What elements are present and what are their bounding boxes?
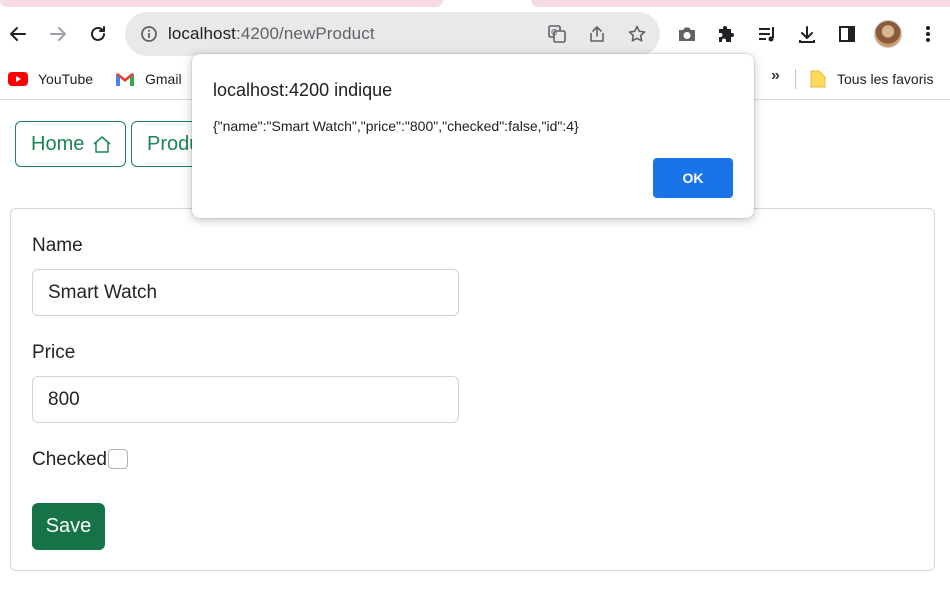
translate-icon[interactable]: G [545, 22, 569, 46]
side-panel-icon[interactable] [833, 20, 861, 48]
tab-strip [0, 0, 950, 8]
folder-icon [809, 69, 827, 89]
browser-toolbar: localhost:4200/newProduct G [0, 8, 950, 60]
tab-right[interactable] [531, 0, 950, 7]
alert-dialog: localhost:4200 indique {"name":"Smart Wa… [192, 54, 754, 218]
url-text[interactable]: localhost:4200/newProduct [168, 24, 375, 44]
reload-icon [91, 26, 105, 41]
bookmark-gmail[interactable]: Gmail [115, 68, 182, 90]
bookmark-label: YouTube [38, 71, 94, 87]
menu-kebab-icon[interactable] [914, 20, 942, 48]
name-label: Name [32, 235, 83, 256]
save-button[interactable]: Save [32, 503, 105, 550]
dialog-ok-button[interactable]: OK [653, 158, 733, 198]
bookmark-label: Gmail [145, 71, 182, 87]
dialog-message: {"name":"Smart Watch","price":"800","che… [213, 118, 579, 134]
name-input[interactable]: Smart Watch [32, 269, 459, 316]
bookmark-youtube[interactable]: YouTube [8, 68, 93, 90]
youtube-icon [8, 72, 28, 86]
url-path: :4200/newProduct [236, 24, 375, 43]
back-button[interactable] [2, 18, 34, 50]
nav-home-label: Home [31, 132, 85, 155]
bookmark-star-icon[interactable] [625, 22, 649, 46]
product-form-card: Name Smart Watch Price 800 Checked Save [10, 208, 935, 571]
reload-button[interactable] [82, 18, 114, 50]
nav-home-button[interactable]: Home [15, 121, 126, 167]
checked-checkbox[interactable] [108, 449, 128, 469]
tab-left[interactable] [0, 0, 443, 7]
price-input[interactable]: 800 [32, 376, 459, 423]
price-label: Price [32, 342, 76, 363]
media-queue-icon[interactable] [753, 20, 781, 48]
forward-button[interactable] [42, 18, 74, 50]
download-icon[interactable] [793, 20, 821, 48]
share-icon[interactable] [585, 22, 609, 46]
checked-label: Checked [32, 449, 107, 470]
gmail-icon [115, 72, 135, 87]
forward-arrow-icon [50, 27, 66, 41]
all-bookmarks-folder[interactable]: Tous les favoris [809, 68, 933, 90]
house-icon [92, 135, 112, 153]
url-host: localhost [168, 24, 236, 43]
camera-icon[interactable] [673, 20, 701, 48]
profile-avatar[interactable] [874, 20, 902, 48]
svg-text:G: G [551, 28, 557, 37]
extensions-icon[interactable] [713, 20, 741, 48]
nav-products-button[interactable]: Produ [131, 121, 201, 167]
address-bar[interactable]: localhost:4200/newProduct G [125, 12, 660, 56]
back-arrow-icon [10, 27, 26, 41]
bookmarks-separator [795, 69, 796, 89]
bookmarks-overflow-button[interactable]: » [771, 67, 780, 85]
all-bookmarks-label: Tous les favoris [837, 71, 934, 87]
dialog-title: localhost:4200 indique [213, 80, 393, 100]
site-info-icon[interactable] [137, 22, 161, 46]
